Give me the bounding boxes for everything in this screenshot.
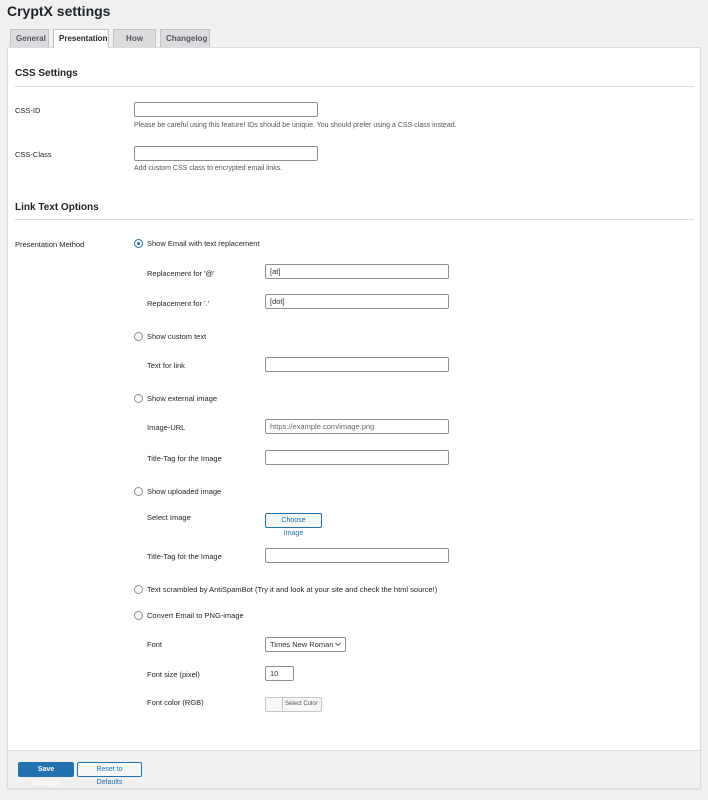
color-swatch — [266, 698, 283, 711]
radio-external-image[interactable] — [134, 394, 143, 403]
image-url-input[interactable] — [265, 419, 449, 434]
css-class-description: Add custom CSS class to encrypted email … — [134, 165, 283, 172]
tab-presentation[interactable]: Presentation — [53, 29, 109, 48]
select-color-button[interactable]: Select Color — [265, 697, 322, 712]
save-changes-button[interactable]: Save Changes — [18, 762, 74, 787]
css-class-label: CSS-Class — [15, 150, 52, 159]
tab-general[interactable]: General — [10, 29, 49, 47]
css-id-input[interactable] — [134, 102, 318, 117]
select-color-label: Select Color — [285, 701, 318, 707]
reset-defaults-button[interactable]: Reset to Defaults — [77, 762, 142, 786]
replacement-dot-input[interactable] — [265, 294, 449, 309]
select-image-label: Select Image — [147, 513, 191, 522]
text-for-link-label: Text for link — [147, 361, 185, 370]
radio-png-image[interactable] — [134, 611, 143, 620]
external-image-title-input[interactable] — [265, 450, 449, 465]
form-footer: Save Changes Reset to Defaults — [8, 750, 700, 788]
radio-text-replacement[interactable] — [134, 239, 143, 248]
option-text-replacement-label: Show Email with text replacement — [147, 239, 260, 248]
divider — [15, 219, 694, 220]
uploaded-image-title-input[interactable] — [265, 548, 449, 563]
radio-custom-text[interactable] — [134, 332, 143, 341]
chevron-down-icon — [335, 638, 341, 656]
option-uploaded-image-label: Show uploaded image — [147, 487, 222, 496]
replacement-at-input[interactable] — [265, 264, 449, 279]
external-image-title-label: Title-Tag for the Image — [147, 454, 222, 463]
font-label: Font — [147, 640, 163, 649]
option-png-image-label: Convert Email to PNG-image — [147, 611, 244, 620]
divider — [15, 86, 694, 87]
settings-panel: CSS Settings CSS-ID Please be careful us… — [7, 47, 701, 789]
tab-changelog[interactable]: Changelog — [160, 29, 210, 47]
option-scrambled-label: Text scrambled by AntiSpamBot (Try it an… — [147, 585, 438, 594]
choose-image-button[interactable]: Choose Image — [265, 513, 322, 537]
option-external-image-label: Show external image — [147, 394, 218, 403]
text-for-link-input[interactable] — [265, 357, 449, 372]
css-class-input[interactable] — [134, 146, 318, 161]
font-size-input[interactable] — [265, 666, 294, 681]
font-select-value: Times New Roman — [270, 640, 334, 649]
radio-scrambled[interactable] — [134, 585, 143, 594]
replacement-dot-label: Replacement for '.' — [147, 299, 210, 308]
image-url-label: Image-URL — [147, 423, 186, 432]
option-custom-text-label: Show custom text — [147, 332, 207, 341]
tab-how-to[interactable]: How to... — [113, 29, 156, 60]
font-size-label: Font size (pixel) — [147, 670, 200, 679]
css-id-description: Please be careful using this feature! ID… — [134, 122, 457, 129]
font-select[interactable]: Times New Roman — [265, 637, 346, 652]
page-title: CryptX settings — [7, 3, 111, 19]
replacement-at-label: Replacement for '@' — [147, 269, 215, 278]
uploaded-image-title-label: Title-Tag for the Image — [147, 552, 222, 561]
radio-uploaded-image[interactable] — [134, 487, 143, 496]
font-color-label: Font color (RGB) — [147, 698, 204, 707]
presentation-method-label: Presentation Method — [15, 240, 85, 249]
link-text-heading: Link Text Options — [15, 202, 99, 213]
css-settings-heading: CSS Settings — [15, 68, 78, 79]
css-id-label: CSS-ID — [15, 106, 41, 115]
